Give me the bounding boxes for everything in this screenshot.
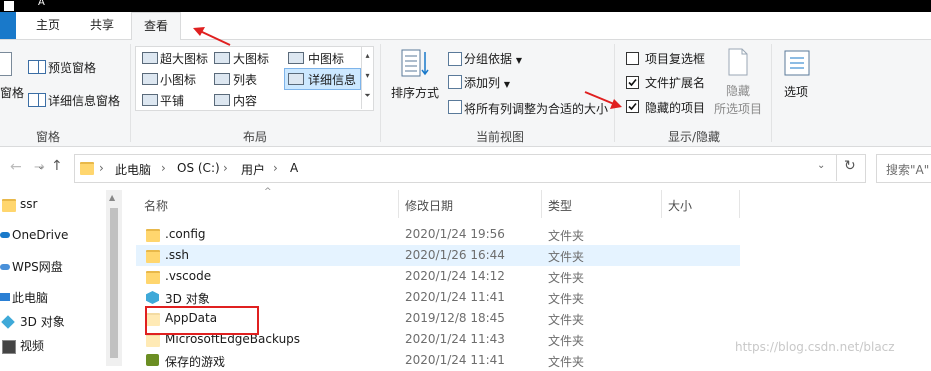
annotation-arrow-view-tab	[193, 27, 231, 46]
annotation-box-appdata	[145, 306, 259, 335]
watermark: https://blog.csdn.net/blacz	[735, 340, 895, 354]
annotation-overlay	[145, 27, 622, 335]
annotation-arrow-hidden-items	[584, 91, 622, 109]
